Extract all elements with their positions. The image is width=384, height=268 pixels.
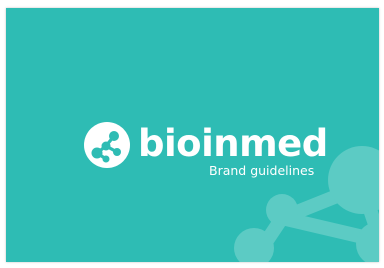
cover-page: bioinmed Brand guidelines	[6, 8, 379, 262]
molecule-logo-icon	[84, 122, 130, 168]
document-subtitle: Brand guidelines	[209, 163, 315, 178]
brand-wordmark: bioinmed	[138, 121, 328, 165]
